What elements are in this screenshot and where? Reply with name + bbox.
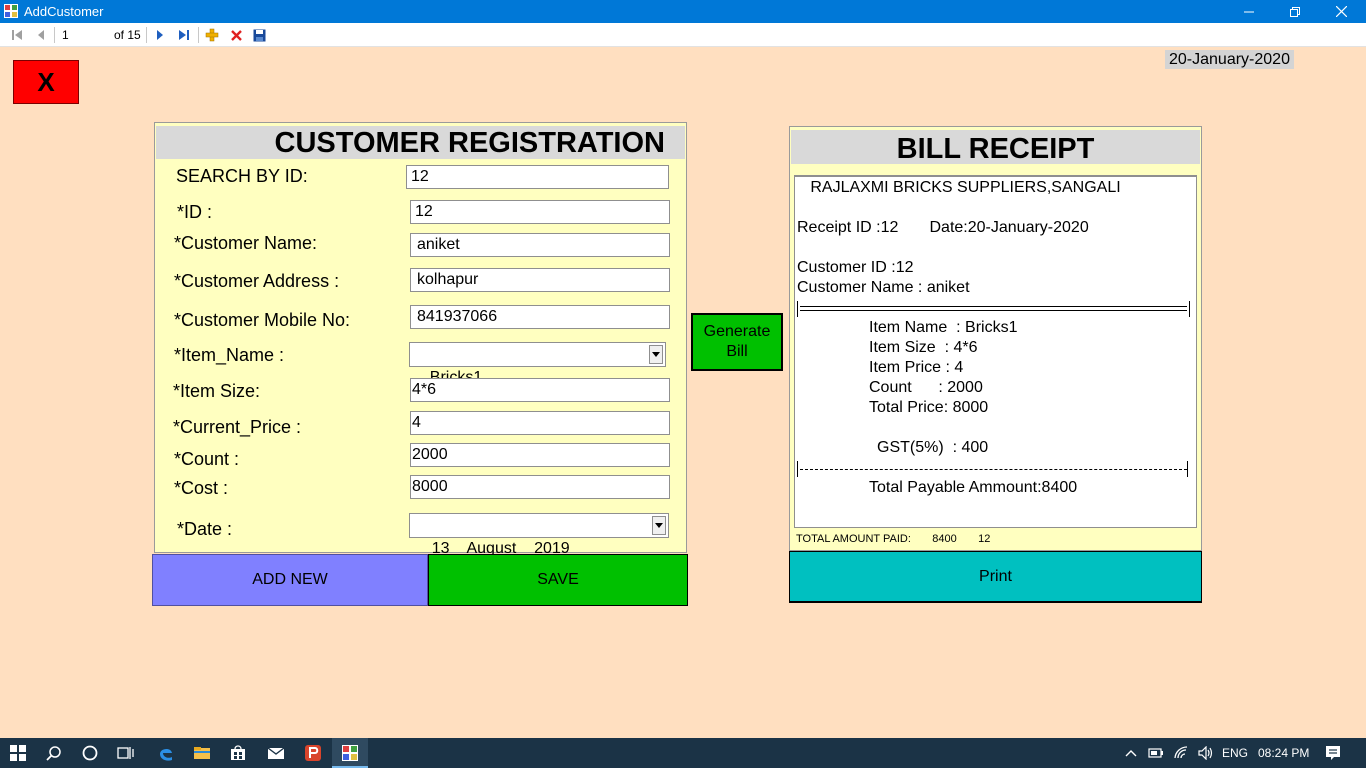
cost-label: *Cost : [174, 478, 229, 498]
search-icon[interactable] [36, 738, 72, 768]
mail-icon[interactable] [258, 738, 294, 768]
registration-title: CUSTOMER REGISTRATION [156, 126, 685, 159]
bill-company-line: RAJLAXMI BRICKS SUPPLIERS,SANGALI [797, 179, 1121, 196]
cost-input[interactable]: 8000 [410, 475, 670, 499]
customer-registration-panel: CUSTOMER REGISTRATION SEARCH BY ID: 12 *… [154, 122, 687, 557]
bill-receipt-line: Receipt ID :12 Date:20-January-2020 [797, 219, 1089, 236]
customer-name-input[interactable]: aniket [410, 233, 670, 257]
task-view-icon[interactable] [108, 738, 144, 768]
count-input[interactable]: 2000 [410, 443, 670, 467]
store-icon[interactable] [220, 738, 256, 768]
bill-double-separator [797, 300, 1191, 318]
search-by-id-label: SEARCH BY ID: [176, 166, 308, 186]
current-price-input[interactable]: 4 [410, 411, 670, 435]
bill-dashed-separator [797, 460, 1191, 478]
bill-gst-line: GST(5%) : 400 [877, 439, 989, 456]
taskbar: ENG 08:24 PM [0, 738, 1366, 768]
file-explorer-icon[interactable] [184, 738, 220, 768]
battery-icon[interactable] [1144, 738, 1168, 768]
item-size-label: *Item Size: [173, 381, 261, 401]
item-size-input[interactable]: 4*6 [410, 378, 670, 402]
bill-customer-name-line: Customer Name : aniket [797, 279, 970, 296]
item-name-dropdown-arrow[interactable] [649, 345, 663, 364]
save-button[interactable]: SAVE [428, 554, 688, 606]
generate-bill-button[interactable]: Generate Bill [691, 313, 783, 371]
current-date-label: 20-January-2020 [1165, 50, 1294, 69]
addcustomer-app-taskbar-icon[interactable] [332, 738, 368, 768]
edge-browser-icon[interactable] [148, 738, 184, 768]
save-icon[interactable] [251, 27, 267, 43]
add-new-item-icon[interactable] [204, 27, 220, 43]
bill-item-size-line: Item Size : 4*6 [869, 339, 978, 356]
bill-total-price-line: Total Price: 8000 [869, 399, 989, 416]
customer-address-label: *Customer Address : [174, 271, 340, 291]
customer-address-input[interactable]: kolhapur [410, 268, 670, 292]
bill-item-name-line: Item Name : Bricks1 [869, 319, 1018, 336]
total-amount-paid-label: TOTAL AMOUNT PAID: 8400 12 [796, 533, 991, 545]
move-next-button[interactable] [152, 27, 168, 43]
bill-total-payable-line: Total Payable Ammount:8400 [869, 479, 1078, 496]
bill-item-price-line: Item Price : 4 [869, 359, 964, 376]
exit-button[interactable]: X [13, 60, 79, 104]
add-new-button[interactable]: ADD NEW [152, 554, 428, 606]
move-previous-button[interactable] [33, 27, 49, 43]
bill-text-area[interactable]: RAJLAXMI BRICKS SUPPLIERS,SANGALI Receip… [794, 175, 1197, 528]
date-label: *Date : [177, 519, 233, 539]
system-clock[interactable]: 08:24 PM [1258, 746, 1309, 760]
window-title: AddCustomer [24, 4, 104, 19]
search-id-input[interactable]: 12 [406, 165, 669, 189]
move-first-button[interactable] [9, 27, 25, 43]
restore-button[interactable] [1272, 0, 1318, 23]
minimize-button[interactable] [1226, 0, 1272, 23]
move-last-button[interactable] [176, 27, 192, 43]
item-name-label: *Item_Name : [174, 345, 285, 365]
wifi-icon[interactable] [1170, 738, 1194, 768]
date-picker[interactable]: 13 August 2019 [409, 513, 669, 557]
toolbar-separator [146, 27, 147, 43]
bill-customer-id-line: Customer ID :12 [797, 259, 914, 276]
customer-mobile-input[interactable]: 841937066 [410, 305, 670, 329]
customer-mobile-label: *Customer Mobile No: [174, 310, 351, 330]
bill-count-line: Count : 2000 [869, 379, 983, 396]
customer-name-label: *Customer Name: [174, 233, 318, 253]
bill-receipt-title: BILL RECEIPT [791, 130, 1200, 165]
record-count-label: of 15 [114, 28, 141, 42]
cortana-icon[interactable] [72, 738, 108, 768]
title-bar: AddCustomer [0, 0, 1366, 23]
input-language-indicator[interactable]: ENG [1222, 746, 1248, 760]
count-label: *Count : [174, 449, 240, 469]
print-button[interactable]: Print [789, 551, 1202, 603]
date-dropdown-arrow[interactable] [652, 516, 666, 535]
id-label: *ID : [177, 202, 213, 222]
position-input[interactable] [58, 25, 110, 45]
item-name-select[interactable]: Bricks1 [409, 342, 666, 386]
close-window-button[interactable] [1318, 0, 1364, 23]
id-input[interactable]: 12 [410, 200, 670, 224]
current-price-label: *Current_Price : [173, 417, 302, 437]
app-p-icon[interactable] [295, 738, 331, 768]
delete-item-icon[interactable] [228, 27, 244, 43]
bill-receipt-panel: BILL RECEIPT RAJLAXMI BRICKS SUPPLIERS,S… [789, 126, 1202, 551]
start-icon[interactable] [0, 738, 36, 768]
action-center-icon[interactable] [1316, 738, 1350, 768]
app-icon [4, 4, 18, 18]
toolbar-separator [54, 27, 55, 43]
toolbar-separator [198, 27, 199, 43]
binding-navigator: of 15 [0, 23, 1366, 47]
show-hidden-icons-chevron-icon[interactable] [1116, 738, 1146, 768]
volume-icon[interactable] [1194, 738, 1218, 768]
